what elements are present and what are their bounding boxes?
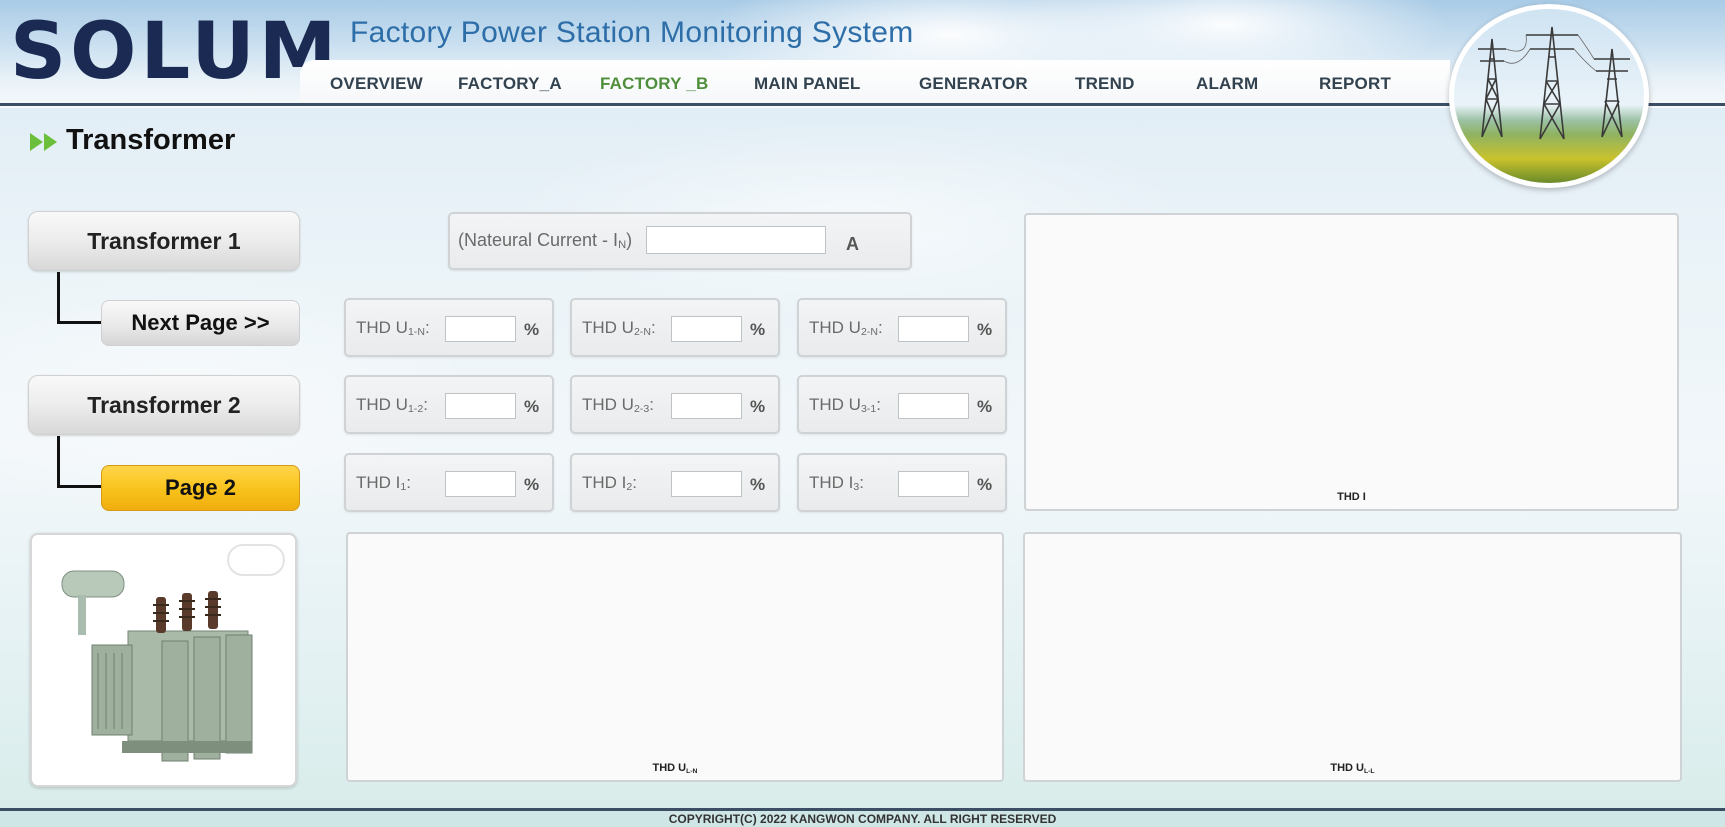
thd-i2-card: THD I2: %: [570, 453, 780, 512]
thd-i1-label: THD I1:: [356, 473, 411, 493]
page-title: Transformer: [66, 124, 236, 156]
app-title: Factory Power Station Monitoring System: [350, 16, 914, 49]
thd-u12-unit: %: [524, 397, 540, 416]
thd-u31-label: THD U3-1:: [809, 395, 881, 415]
thd-i1-unit: %: [524, 475, 540, 494]
thd-u23-input[interactable]: [671, 393, 742, 419]
natural-current-label: (Nateural Current - IN): [458, 230, 633, 251]
thd-u3n-label: THD U2-N:: [809, 318, 883, 338]
page-2-button[interactable]: Page 2: [101, 465, 300, 511]
nav-trend[interactable]: TREND: [1075, 74, 1135, 94]
thd-u12-input[interactable]: [445, 393, 516, 419]
thd-u12-card: THD U1-2: %: [344, 375, 554, 434]
nav-report[interactable]: REPORT: [1319, 74, 1391, 94]
thd-uln-chart: THD UL-N: [346, 532, 1004, 782]
natural-current-input[interactable]: [646, 226, 826, 254]
thd-ull-chart-label: THD UL-L: [1330, 762, 1375, 775]
thd-u12-label: THD U1-2:: [356, 395, 428, 415]
thd-i1-card: THD I1: %: [344, 453, 554, 512]
thd-i2-label: THD I2:: [582, 473, 637, 493]
power-tower-image: [1449, 4, 1649, 188]
thd-u1n-label: THD U1-N:: [356, 318, 430, 338]
nav-alarm[interactable]: ALARM: [1196, 74, 1258, 94]
tree-connector: [57, 272, 101, 324]
tree-connector: [57, 436, 101, 488]
thd-i3-unit: %: [977, 475, 993, 494]
thd-i-chart-label: THD I: [1337, 491, 1366, 503]
nav-main-panel[interactable]: MAIN PANEL: [754, 74, 861, 94]
thd-i2-unit: %: [750, 475, 766, 494]
thd-i3-label: THD I3:: [809, 473, 864, 493]
double-arrow-icon: [30, 133, 57, 151]
natural-current-unit: A: [846, 234, 859, 254]
footer-copyright: COPYRIGHT(C) 2022 KANGWON COMPANY. ALL R…: [0, 811, 1725, 827]
company-logo[interactable]: SOLUM: [10, 10, 336, 95]
transformer-2-button[interactable]: Transformer 2: [28, 375, 300, 435]
thd-u1n-unit: %: [524, 320, 540, 339]
thd-u2n-label: THD U2-N:: [582, 318, 656, 338]
nav-factory-b[interactable]: FACTORY _B: [600, 74, 708, 94]
nav-generator[interactable]: GENERATOR: [919, 74, 1028, 94]
thd-u23-card: THD U2-3: %: [570, 375, 780, 434]
thd-u31-input[interactable]: [898, 393, 969, 419]
natural-current-card: (Nateural Current - IN) A: [448, 212, 912, 270]
thd-u23-label: THD U2-3:: [582, 395, 654, 415]
thd-u2n-card: THD U2-N: %: [570, 298, 780, 357]
thd-u1n-input[interactable]: [445, 316, 516, 342]
transformer-image-panel: [30, 533, 297, 787]
thd-i1-input[interactable]: [445, 471, 516, 497]
thd-i-chart: THD I: [1024, 213, 1679, 511]
transformer-icon: [61, 570, 253, 762]
nav-overview[interactable]: OVERVIEW: [330, 74, 423, 94]
thd-u31-unit: %: [977, 397, 993, 416]
thd-uln-chart-label: THD UL-N: [652, 762, 698, 775]
thd-u3n-unit: %: [977, 320, 993, 339]
transmission-tower-icon: [1478, 26, 1630, 140]
thd-i3-card: THD I3: %: [797, 453, 1007, 512]
nav-factory-a[interactable]: FACTORY_A: [458, 74, 562, 94]
thd-ull-chart: THD UL-L: [1023, 532, 1682, 782]
thd-u23-unit: %: [750, 397, 766, 416]
transformer-1-button[interactable]: Transformer 1: [28, 211, 300, 271]
thd-u3n-card: THD U2-N: %: [797, 298, 1007, 357]
next-page-button[interactable]: Next Page >>: [101, 300, 300, 346]
thd-i2-input[interactable]: [671, 471, 742, 497]
thd-u2n-unit: %: [750, 320, 766, 339]
thd-u1n-card: THD U1-N: %: [344, 298, 554, 357]
thd-u3n-input[interactable]: [898, 316, 969, 342]
thd-u2n-input[interactable]: [671, 316, 742, 342]
thd-u31-card: THD U3-1: %: [797, 375, 1007, 434]
thd-i3-input[interactable]: [898, 471, 969, 497]
